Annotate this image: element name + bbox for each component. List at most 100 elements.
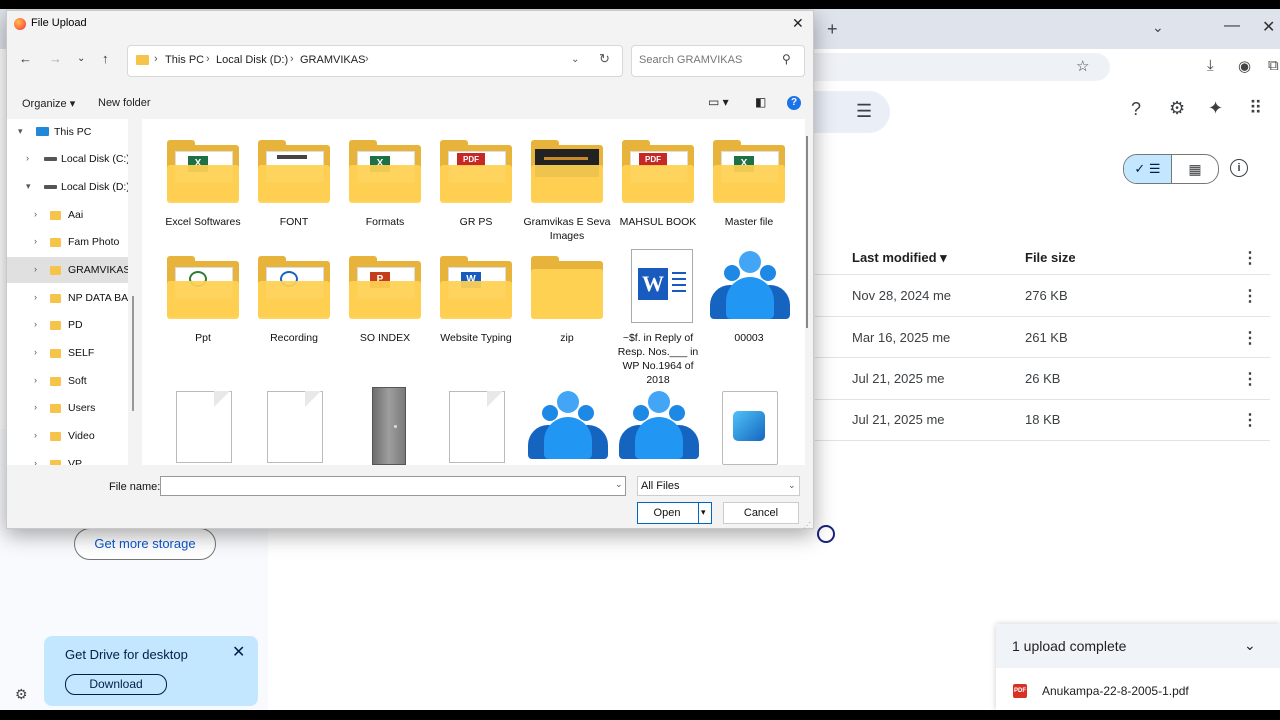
search-box[interactable]: Search GRAMVIKAS ⚲ [631, 45, 805, 77]
size-cell: 261 KB [1025, 330, 1068, 345]
search-icon[interactable]: ⚲ [782, 52, 791, 66]
grid-view-button[interactable]: ▦ [1172, 155, 1218, 183]
chevron-down-icon[interactable]: ⌄ [1244, 637, 1256, 654]
tab-list-icon[interactable]: ⌄ [1152, 19, 1164, 36]
view-options-icon[interactable]: ▭ ▾ [708, 95, 729, 109]
modified-cell: Nov 28, 2024 me [852, 288, 952, 303]
chevron-right-icon[interactable]: › [34, 292, 37, 302]
forward-arrow-icon[interactable]: → [49, 51, 62, 66]
window-close-icon[interactable]: ✕ [1262, 17, 1275, 37]
file-type-select[interactable]: All Files ⌄ [637, 476, 800, 496]
breadcrumb-this-pc[interactable]: This PC [165, 54, 204, 66]
tree-item-users[interactable]: › Users [7, 395, 128, 421]
gemini-sparkle-icon[interactable]: ✦ [1208, 98, 1223, 119]
tree-item-gramvikas[interactable]: › GRAMVIKAS [7, 257, 128, 283]
help-icon[interactable]: ? [787, 96, 801, 110]
apps-grid-icon[interactable]: ⠿ [1249, 98, 1262, 119]
grid-item-label: SO INDEX [359, 332, 411, 344]
drive-icon [44, 185, 57, 189]
chevron-right-icon[interactable]: › [34, 236, 37, 246]
chevron-right-icon[interactable]: › [34, 402, 37, 412]
chevron-right-icon[interactable]: › [34, 458, 37, 465]
tree-item-video[interactable]: › Video [7, 423, 128, 449]
recent-locations-icon[interactable]: ⌄ [77, 53, 85, 64]
close-icon[interactable]: ✕ [232, 642, 245, 662]
info-icon[interactable]: i [1230, 159, 1248, 177]
download-icon[interactable]: ⤓ [1207, 57, 1214, 74]
tree-item-pd[interactable]: › PD [7, 312, 128, 338]
modified-cell: Jul 21, 2025 me [852, 412, 945, 427]
grid-item-label: 00003 [734, 332, 764, 344]
chevron-right-icon[interactable]: › [34, 430, 37, 440]
bookmark-star-icon[interactable]: ☆ [1076, 57, 1089, 75]
drive-desktop-promo: Get Drive for desktop ✕ Download [44, 636, 258, 706]
more-actions-icon[interactable]: ⋮ [1242, 369, 1258, 389]
tree-scrollbar[interactable] [132, 296, 134, 411]
minimize-icon[interactable]: — [1224, 17, 1240, 35]
back-arrow-icon[interactable]: ← [19, 51, 32, 66]
uploaded-file-name[interactable]: Anukampa-22-8-2005-1.pdf [1042, 684, 1189, 698]
close-icon[interactable]: ✕ [792, 15, 804, 32]
new-folder-button[interactable]: New folder [98, 97, 151, 109]
chevron-right-icon[interactable]: › [34, 319, 37, 329]
column-options-icon[interactable]: ⋮ [1242, 248, 1258, 268]
chevron-right-icon[interactable]: › [34, 375, 37, 385]
more-actions-icon[interactable]: ⋮ [1242, 328, 1258, 348]
gear-icon[interactable]: ⚙ [15, 686, 28, 703]
tree-label: Soft [68, 375, 87, 387]
tree-item-self[interactable]: › SELF [7, 340, 128, 366]
chevron-right-icon[interactable]: › [34, 347, 37, 357]
chevron-down-icon[interactable]: ▾ [26, 181, 31, 192]
resize-grip-icon[interactable]: ⋰ [803, 521, 811, 530]
settings-gear-icon[interactable]: ⚙ [1169, 98, 1185, 119]
more-actions-icon[interactable]: ⋮ [1242, 286, 1258, 306]
refresh-icon[interactable]: ↻ [599, 51, 610, 67]
chevron-right-icon[interactable]: › [34, 209, 37, 219]
chevron-down-icon[interactable]: ⌄ [571, 54, 579, 65]
download-button[interactable]: Download [65, 674, 167, 695]
chevron-right-icon[interactable]: › [34, 264, 37, 274]
chevron-right-icon: › [206, 53, 210, 65]
chevron-right-icon[interactable]: › [26, 153, 29, 163]
dialog-titlebar: File Upload ✕ [7, 11, 813, 39]
get-more-storage-button[interactable]: Get more storage [74, 528, 216, 560]
folder-icon [50, 211, 61, 220]
chevron-down-icon[interactable]: ▾ [18, 126, 23, 137]
upload-panel-header: 1 upload complete ⌄ [996, 624, 1280, 668]
cancel-button[interactable]: Cancel [723, 502, 799, 524]
tree-item-np-data-ba[interactable]: › NP DATA BA [7, 285, 128, 311]
tree-label: Video [68, 430, 95, 442]
chevron-down-icon: ⌄ [788, 480, 796, 490]
excel-folder-icon: X [158, 131, 248, 211]
new-tab-icon[interactable]: + [827, 19, 838, 40]
tree-item-this-pc[interactable]: ▾ This PC [7, 119, 128, 145]
open-dropdown-icon[interactable]: ▾ [701, 507, 706, 518]
preview-pane-icon[interactable]: ◧ [755, 95, 766, 109]
tree-item-local-disk-d[interactable]: ▾ Local Disk (D:) [7, 174, 128, 200]
blank-file-icon [431, 387, 521, 465]
tree-item-aai[interactable]: › Aai [7, 202, 128, 228]
file-size-column-header[interactable]: File size [1025, 250, 1076, 265]
help-icon[interactable]: ? [1131, 99, 1141, 120]
tree-item-local-disk-c[interactable]: › Local Disk (C:) [7, 146, 128, 172]
file-name-input[interactable]: ⌄ [160, 476, 626, 496]
last-modified-column-header[interactable]: Last modified ▾ [852, 250, 947, 266]
address-breadcrumb[interactable]: › This PC › Local Disk (D:) › GRAMVIKAS … [127, 45, 623, 77]
open-button[interactable]: Open ▾ [637, 502, 712, 524]
grid-item-label: Recording [270, 332, 318, 344]
tree-item-soft[interactable]: › Soft [7, 368, 128, 394]
list-view-button[interactable]: ✓ ☰ [1124, 155, 1172, 183]
tree-item-vp[interactable]: › VP [7, 451, 128, 465]
grid-scrollbar[interactable] [806, 136, 808, 328]
filter-sliders-icon[interactable]: ☰ [856, 101, 872, 122]
tree-item-fam-photo[interactable]: › Fam Photo [7, 229, 128, 255]
chevron-down-icon[interactable]: ⌄ [615, 479, 623, 490]
breadcrumb-gramvikas[interactable]: GRAMVIKAS [300, 54, 365, 66]
grid-item-label: Formats [365, 216, 405, 228]
profile-icon[interactable]: ◉ [1238, 57, 1251, 75]
up-arrow-icon[interactable]: ↑ [102, 51, 109, 66]
more-actions-icon[interactable]: ⋮ [1242, 410, 1258, 430]
organize-menu[interactable]: Organize ▾ [22, 97, 75, 110]
breadcrumb-local-disk-d[interactable]: Local Disk (D:) [216, 54, 288, 66]
extensions-icon[interactable]: ⧉ [1268, 57, 1279, 74]
